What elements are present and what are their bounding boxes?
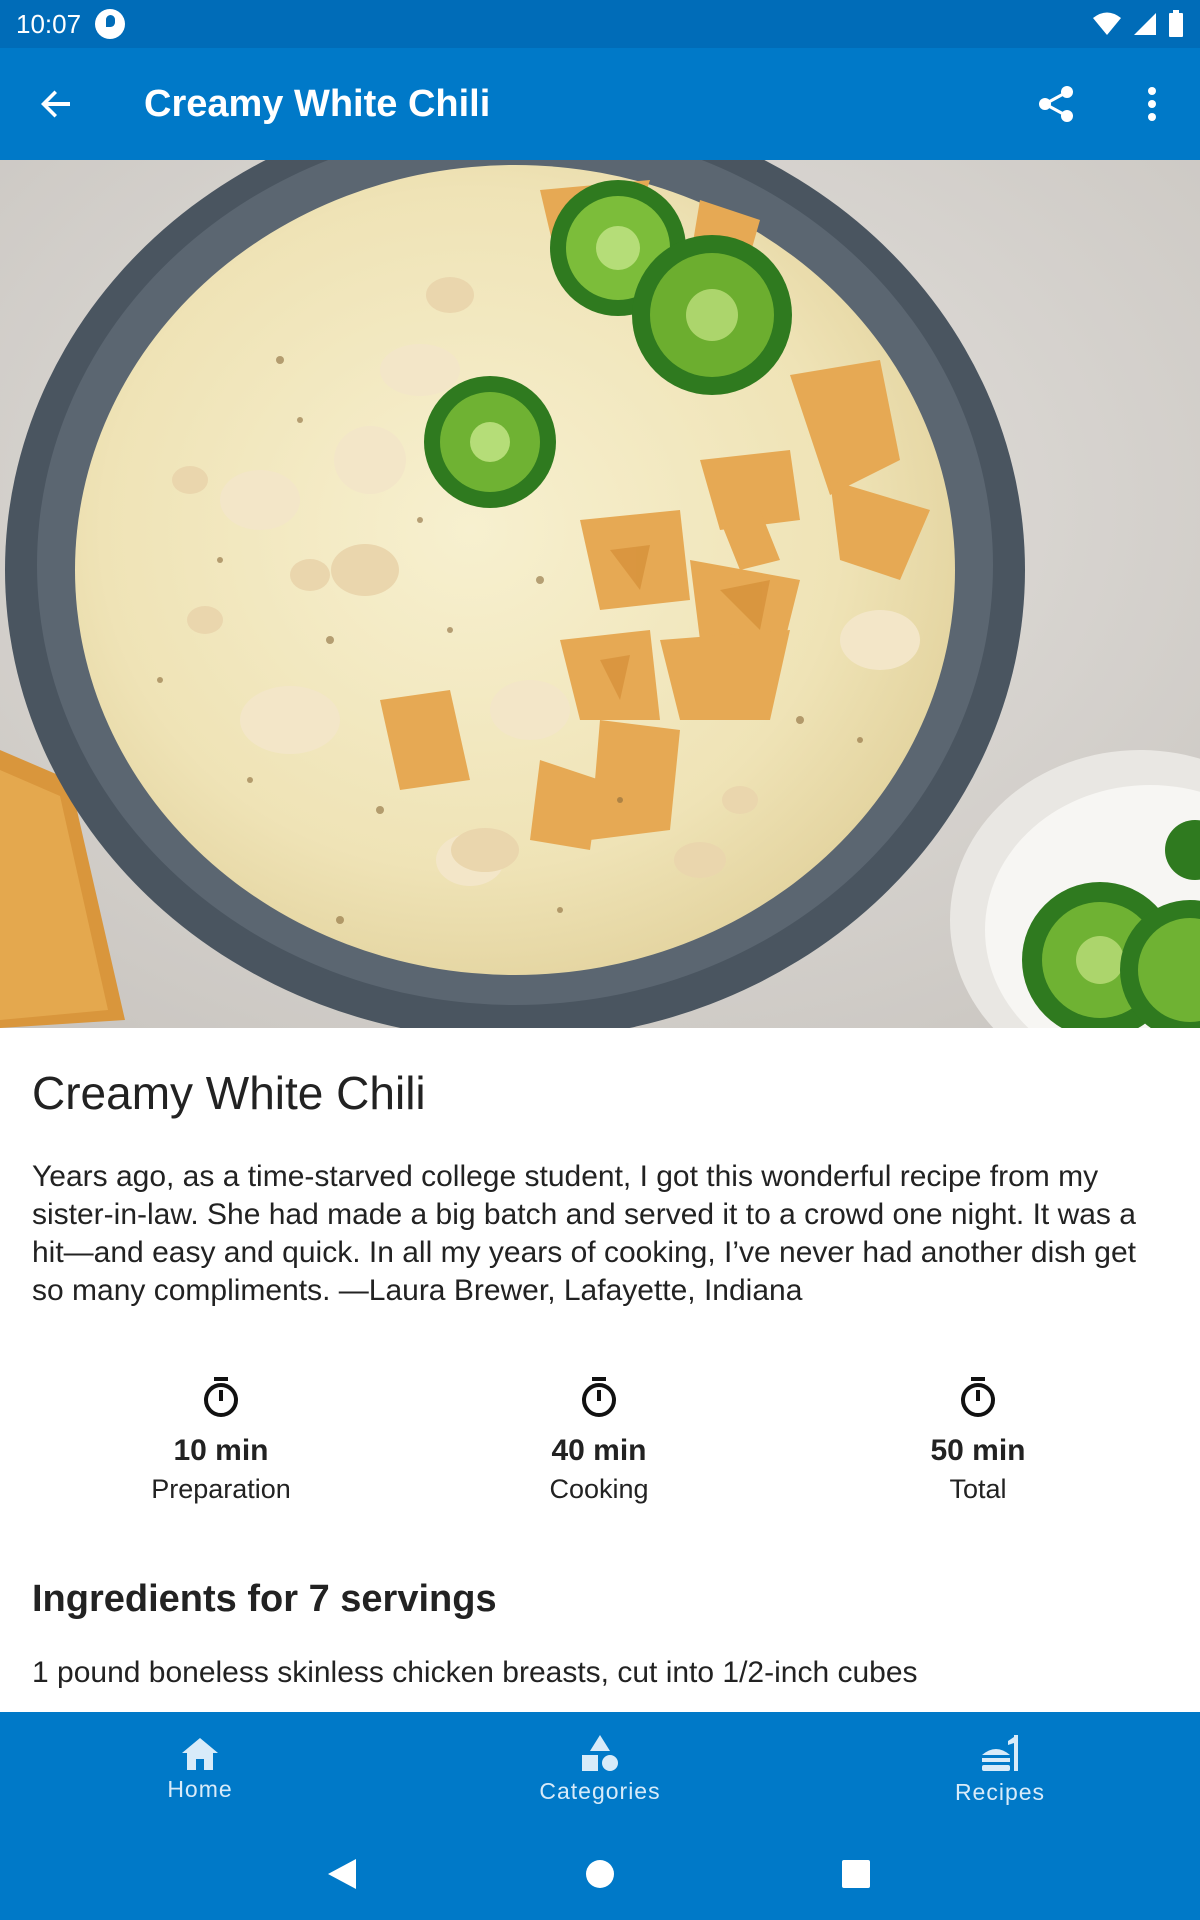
stat-cooking: 40 min Cooking bbox=[479, 1376, 719, 1509]
system-home-button[interactable] bbox=[570, 1844, 630, 1904]
triangle-back-icon bbox=[328, 1859, 356, 1889]
nav-item-home[interactable]: Home bbox=[0, 1712, 400, 1826]
bottom-navigation: Home Categories Recipes bbox=[0, 1712, 1200, 1826]
more-options-button[interactable] bbox=[1104, 48, 1200, 160]
arrow-back-icon bbox=[41, 90, 70, 118]
app-bar-title: Creamy White Chili bbox=[144, 82, 491, 125]
timer-icon bbox=[204, 1377, 238, 1417]
recipe-description: Years ago, as a time-starved college stu… bbox=[32, 1160, 1136, 1307]
recipe-title: Creamy White Chili bbox=[32, 1067, 426, 1119]
status-bar: 10:07 bbox=[0, 0, 1200, 48]
cell-signal-icon bbox=[1134, 13, 1156, 35]
stat-label: Cooking bbox=[549, 1474, 649, 1504]
recipe-photo bbox=[0, 160, 1200, 1028]
stat-value: 50 min bbox=[930, 1434, 1026, 1467]
nav-label: Categories bbox=[539, 1777, 661, 1804]
timer-icon bbox=[582, 1377, 616, 1417]
battery-icon bbox=[1169, 10, 1183, 37]
system-recents-button[interactable] bbox=[826, 1844, 886, 1904]
nav-item-categories[interactable]: Categories bbox=[400, 1712, 800, 1826]
ingredients-heading: Ingredients for 7 servings bbox=[32, 1578, 497, 1620]
chili-bowl-illustration bbox=[0, 160, 1200, 1028]
system-back-button[interactable] bbox=[312, 1844, 372, 1904]
back-button[interactable] bbox=[0, 48, 112, 160]
wifi-icon bbox=[1093, 12, 1121, 35]
stat-total: 50 min Total bbox=[858, 1376, 1098, 1509]
time-stats: 10 min Preparation 40 min Cooking 50 min… bbox=[0, 1376, 1200, 1516]
more-vert-icon bbox=[1148, 87, 1156, 121]
status-indicators bbox=[1092, 10, 1184, 38]
share-icon bbox=[1039, 86, 1073, 122]
app-bar: Creamy White Chili bbox=[0, 48, 1200, 160]
timer-icon bbox=[961, 1377, 995, 1417]
home-icon bbox=[182, 1737, 218, 1770]
stat-value: 40 min bbox=[551, 1434, 647, 1467]
recipe-content: Creamy White Chili Years ago, as a time-… bbox=[0, 1028, 1200, 1712]
system-navigation-bar bbox=[0, 1826, 1200, 1920]
ingredient-item: 1 pound boneless skinless chicken breast… bbox=[32, 1656, 918, 1689]
nav-label: Home bbox=[167, 1775, 233, 1802]
nav-label: Recipes bbox=[954, 1778, 1046, 1805]
square-recents-icon bbox=[842, 1860, 870, 1888]
recipes-icon bbox=[982, 1734, 1018, 1771]
categories-icon bbox=[582, 1734, 618, 1771]
share-button[interactable] bbox=[1008, 48, 1104, 160]
stat-label: Preparation bbox=[151, 1474, 291, 1504]
nav-item-recipes[interactable]: Recipes bbox=[800, 1712, 1200, 1826]
stat-preparation: 10 min Preparation bbox=[101, 1376, 341, 1509]
stat-value: 10 min bbox=[173, 1434, 269, 1467]
notification-app-icon bbox=[95, 9, 126, 39]
stat-label: Total bbox=[949, 1474, 1007, 1504]
status-time: 10:07 bbox=[16, 8, 82, 39]
circle-home-icon bbox=[586, 1860, 614, 1888]
